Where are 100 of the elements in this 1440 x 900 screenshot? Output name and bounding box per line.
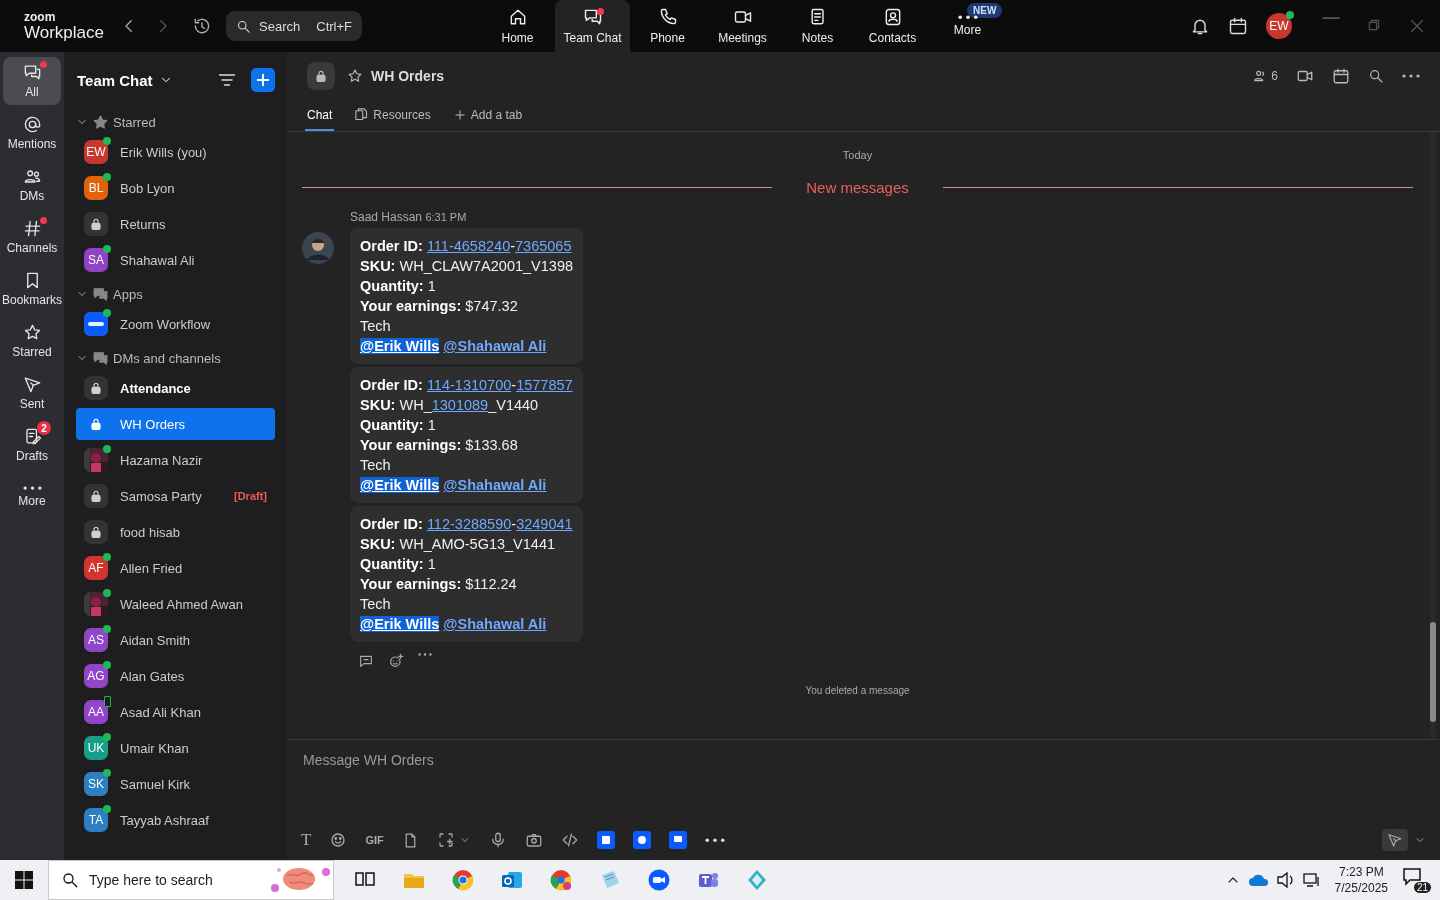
date-text: 7/25/2025 [1334, 880, 1388, 896]
conversation-item[interactable]: Samosa Party [Draft] [76, 480, 275, 512]
new-chat-button[interactable] [251, 68, 275, 92]
browser-icon [549, 869, 572, 891]
conversation-item[interactable]: UK Umair Khan [76, 732, 275, 764]
conversation-item[interactable]: Waleed Ahmed Awan [76, 588, 275, 620]
avatar: AG [84, 664, 108, 688]
conversation-item[interactable]: AS Aidan Smith [76, 624, 275, 656]
send-button[interactable] [1382, 829, 1408, 851]
calendar-button[interactable] [1332, 67, 1350, 85]
cloud-tray-icon[interactable] [1248, 873, 1269, 887]
date-divider: Today [841, 149, 874, 161]
ellipsis-icon [22, 486, 42, 491]
sender-line: Saad Hassan 6:31 PM [350, 210, 468, 224]
mention-link[interactable]: @Shahawal Ali [443, 338, 547, 354]
video-message-button[interactable] [524, 831, 543, 849]
order-link[interactable]: 1577857 [516, 377, 573, 393]
mention-link[interactable]: @Erik Wills [360, 616, 440, 632]
lock-icon [313, 68, 329, 84]
conversation-item[interactable]: AF Allen Fried [76, 552, 275, 584]
members-button[interactable]: 6 [1252, 68, 1278, 84]
order-link[interactable]: 111-4658240 [426, 238, 511, 254]
gif-button[interactable]: GIF [365, 834, 384, 846]
avatar: AF [84, 556, 108, 580]
rail-item[interactable]: Starred [3, 317, 61, 365]
conversation-item[interactable]: BL Bob Lyon [76, 172, 275, 204]
profile-avatar[interactable]: EW [1266, 13, 1292, 39]
screenshot-icon [436, 831, 455, 849]
avatar: EW [84, 140, 108, 164]
add-tab-button[interactable]: Add a tab [450, 100, 525, 131]
history-button[interactable] [192, 16, 212, 36]
order-link[interactable]: 7365065 [515, 238, 572, 254]
rail-item[interactable]: Drafts 2 [3, 421, 61, 469]
code-button[interactable] [560, 831, 579, 849]
nav-tab[interactable]: Home [480, 0, 555, 52]
rail-item[interactable]: Mentions [3, 109, 61, 157]
rail-item[interactable]: Channels [3, 213, 61, 261]
mention-link[interactable]: @Erik Wills [360, 338, 440, 354]
conversation-item[interactable]: SK Samuel Kirk [76, 768, 275, 800]
chat-tab[interactable]: Chat [305, 100, 335, 131]
app-button[interactable] [596, 831, 615, 849]
taskbar-search-field[interactable]: Type here to search [48, 860, 334, 900]
app-button[interactable] [632, 831, 651, 849]
star-button[interactable] [347, 68, 363, 84]
nav-tab[interactable]: Team Chat [555, 0, 630, 52]
conversation-item[interactable]: Zoom Workflow [76, 308, 275, 340]
app-button[interactable] [668, 831, 687, 849]
lock-icon [88, 488, 104, 504]
conversation-item[interactable]: AG Alan Gates [76, 660, 275, 692]
clock[interactable]: 7:23 PM 7/25/2025 [1334, 864, 1388, 896]
order-link[interactable]: 112-3288590 [426, 516, 512, 532]
screenshot-button[interactable] [436, 831, 471, 849]
message-input[interactable]: Message WH Orders [301, 750, 1426, 770]
nav-tab[interactable]: Contacts [855, 0, 930, 52]
nav-tab[interactable]: Meetings [705, 0, 780, 52]
rail-item[interactable]: More [3, 473, 61, 521]
conversation-item[interactable]: WH Orders [76, 408, 275, 440]
network-button[interactable] [1302, 872, 1321, 888]
section-header[interactable]: Starred [76, 108, 275, 136]
more-button[interactable] [1402, 74, 1420, 78]
chat-tab[interactable]: Resources [352, 100, 433, 131]
rail-item[interactable]: Sent [3, 369, 61, 417]
rail-item[interactable]: Bookmarks [3, 265, 61, 313]
more-button[interactable] [704, 837, 725, 843]
conversation-item[interactable]: SA Shahawal Ali [76, 244, 275, 276]
format-button[interactable]: T [301, 830, 312, 850]
nav-tab[interactable]: Notes [780, 0, 855, 52]
search-field[interactable]: Search Ctrl+F [226, 11, 362, 41]
mention-link[interactable]: @Shahawal Ali [443, 477, 547, 493]
volume-button[interactable] [1276, 872, 1295, 888]
order-link[interactable]: 1301089 [431, 397, 489, 413]
conversation-item[interactable]: EW Erik Wills (you) [76, 136, 275, 168]
conversation-item[interactable]: food hisab [76, 516, 275, 548]
reply-button[interactable] [358, 653, 374, 669]
conversation-item[interactable]: AA Asad Ali Khan [76, 696, 275, 728]
badge-app-icon [632, 831, 651, 849]
sidebar-title[interactable]: Team Chat [77, 71, 173, 89]
mail-app-icon [500, 869, 523, 891]
search-button[interactable] [1368, 68, 1384, 84]
section-header[interactable]: DMs and channels [76, 344, 275, 372]
nav-tab[interactable]: Phone [630, 0, 705, 52]
restore-icon [1366, 17, 1382, 33]
rail-item[interactable]: DMs [3, 161, 61, 209]
section-header[interactable]: Apps [76, 280, 275, 308]
conversation-item[interactable]: Attendance [76, 372, 275, 404]
scrollbar[interactable] [1430, 132, 1436, 739]
notification-center-button[interactable]: 21 [1402, 866, 1432, 894]
mention-link[interactable]: @Shahawal Ali [443, 616, 547, 632]
conversation-item[interactable]: Returns [76, 208, 275, 240]
mention-link[interactable]: @Erik Wills [360, 477, 440, 493]
search-icon [236, 18, 251, 34]
conversation-item[interactable]: Hazama Nazir [76, 444, 275, 476]
order-link[interactable]: 3249041 [516, 516, 573, 532]
close-button[interactable] [1408, 17, 1426, 35]
rail-item[interactable]: All [3, 57, 61, 105]
calendar-button[interactable] [1228, 16, 1248, 36]
conversation-item[interactable]: TA Tayyab Ashraaf [76, 804, 275, 836]
order-link[interactable]: 114-1310700 [426, 377, 512, 393]
reaction-button[interactable] [388, 653, 404, 669]
emoji-button[interactable] [329, 831, 348, 849]
